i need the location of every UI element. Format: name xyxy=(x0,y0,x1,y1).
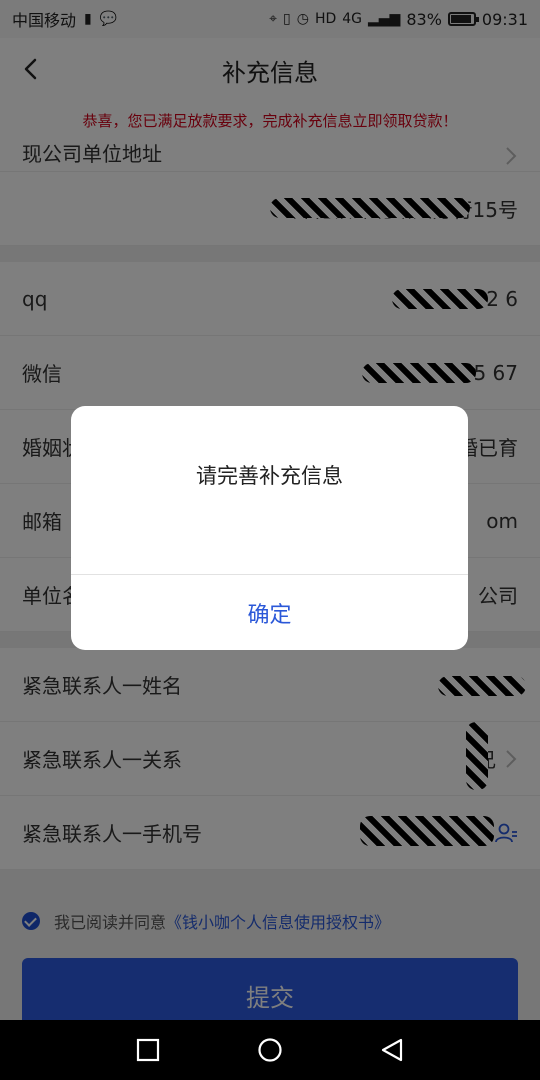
confirm-button[interactable]: 确定 xyxy=(71,575,468,650)
dialog-message: 请完善补充信息 xyxy=(196,464,343,488)
alert-dialog: 请完善补充信息 确定 xyxy=(71,406,468,650)
home-icon[interactable] xyxy=(257,1037,283,1063)
recent-apps-icon[interactable] xyxy=(135,1037,161,1063)
back-icon[interactable] xyxy=(379,1037,405,1063)
navigation-bar xyxy=(0,1020,540,1080)
